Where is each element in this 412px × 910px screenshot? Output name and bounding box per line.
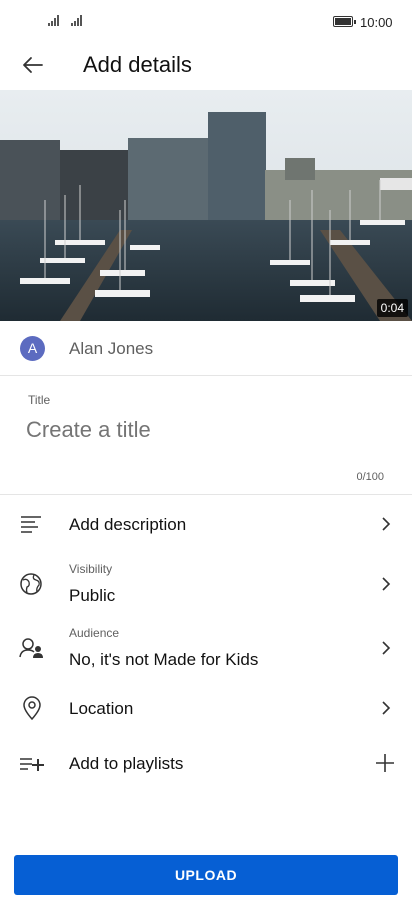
back-arrow-icon[interactable]: [18, 50, 48, 80]
account-name: Alan Jones: [69, 339, 154, 358]
add-description-row[interactable]: Add description: [0, 497, 412, 553]
playlist-add-icon: [20, 758, 44, 771]
description-label: Add description: [69, 515, 187, 534]
page-title: Add details: [83, 52, 192, 77]
account-row: A Alan Jones: [0, 322, 412, 376]
video-thumbnail[interactable]: 0:04: [0, 90, 412, 321]
signal-icon: [71, 14, 82, 26]
audience-caption: Audience: [69, 626, 120, 640]
signal-icon: [48, 14, 59, 26]
chevron-right-icon: [382, 517, 391, 531]
visibility-row[interactable]: Visibility Public: [0, 553, 412, 615]
chevron-right-icon: [382, 701, 391, 715]
plus-icon[interactable]: [375, 753, 395, 773]
visibility-caption: Visibility: [69, 562, 113, 576]
location-row[interactable]: Location: [0, 681, 412, 735]
video-duration: 0:04: [376, 299, 408, 317]
audience-icon: [19, 638, 43, 658]
playlists-label: Add to playlists: [69, 754, 184, 773]
audience-row[interactable]: Audience No, it's not Made for Kids: [0, 617, 412, 679]
avatar: A: [20, 336, 45, 361]
chevron-right-icon: [382, 641, 391, 655]
status-time: 10:00: [360, 15, 393, 30]
title-field-block: Title 0/100: [0, 377, 412, 495]
description-icon: [21, 516, 41, 533]
app-bar: Add details: [0, 44, 412, 88]
chevron-right-icon: [382, 577, 391, 591]
status-bar: 10:00: [0, 0, 412, 44]
audience-value: No, it's not Made for Kids: [69, 650, 259, 669]
location-label: Location: [69, 699, 134, 718]
thumbnail-image: [0, 90, 412, 321]
upload-button[interactable]: UPLOAD: [14, 855, 398, 895]
title-input[interactable]: [26, 413, 386, 447]
title-char-counter: 0/100: [356, 471, 384, 483]
battery-icon: [333, 16, 356, 27]
location-pin-icon: [23, 696, 41, 721]
title-label: Title: [28, 393, 51, 407]
globe-icon: [20, 573, 42, 595]
add-to-playlists-row[interactable]: Add to playlists: [0, 737, 412, 791]
visibility-value: Public: [69, 586, 116, 605]
